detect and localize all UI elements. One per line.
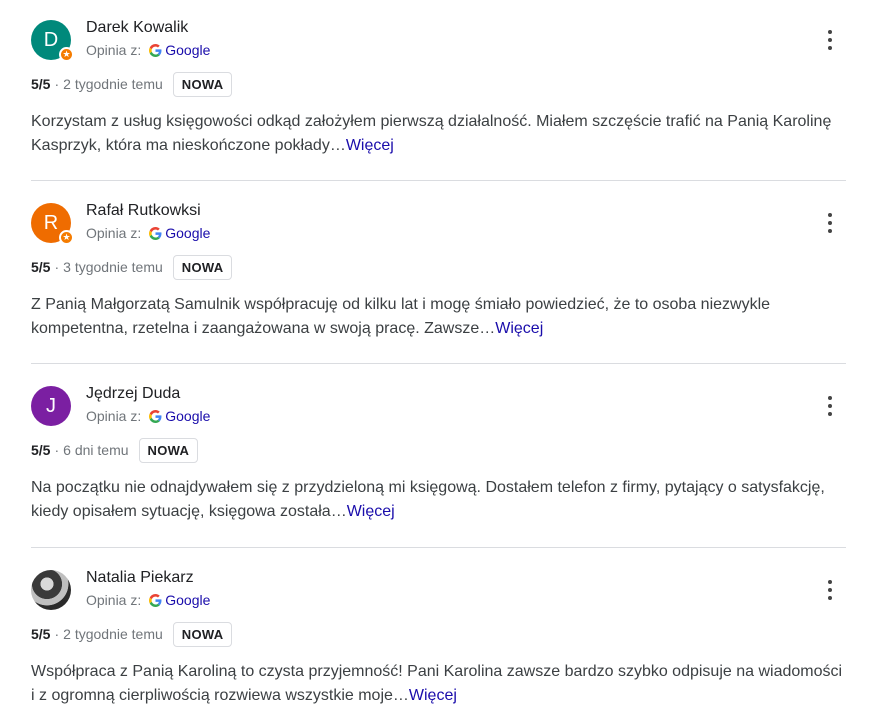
review-text: Na początku nie odnajdywałem się z przyd… (31, 476, 846, 524)
divider (31, 363, 846, 364)
new-badge: NOWA (138, 437, 199, 463)
more-vert-icon[interactable] (822, 24, 838, 56)
review-header: D ★ Darek Kowalik Opinia z: Google (31, 16, 846, 64)
rating: 5/5 (31, 442, 51, 458)
source-name[interactable]: Google (165, 42, 210, 58)
reviews-list: D ★ Darek Kowalik Opinia z: Google 5/5 ·… (0, 0, 891, 721)
separator: · (54, 76, 60, 92)
review-date: 6 dni temu (63, 442, 129, 458)
avatar[interactable]: J (31, 386, 71, 426)
review-body: Z Panią Małgorzatą Samulnik współpracuję… (31, 296, 771, 337)
divider (31, 547, 846, 548)
review-body: Na początku nie odnajdywałem się z przyd… (31, 479, 825, 520)
more-vert-icon[interactable] (822, 390, 838, 422)
more-link[interactable]: Więcej (409, 687, 457, 704)
more-link[interactable]: Więcej (495, 320, 543, 337)
review-text: Korzystam z usług księgowości odkąd zało… (31, 110, 846, 158)
review-header: R ★ Rafał Rutkowksi Opinia z: Google (31, 199, 846, 247)
rating: 5/5 (31, 76, 51, 92)
review-body: Korzystam z usług księgowości odkąd zało… (31, 113, 832, 154)
review-source: Opinia z: Google (86, 592, 210, 608)
new-badge: NOWA (172, 254, 233, 280)
source-label: Opinia z: (86, 408, 142, 424)
more-link[interactable]: Więcej (346, 137, 394, 154)
review-date: 2 tygodnie temu (63, 626, 163, 642)
review-text: Współpraca z Panią Karoliną to czysta pr… (31, 660, 846, 708)
review-source: Opinia z: Google (86, 225, 210, 241)
rating: 5/5 (31, 626, 51, 642)
review-date: 3 tygodnie temu (63, 259, 163, 275)
review-meta: 5/5 · 3 tygodnie temu NOWA (31, 253, 846, 281)
google-g-icon (149, 593, 162, 607)
new-badge: NOWA (172, 621, 233, 647)
source-label: Opinia z: (86, 592, 142, 608)
reviewer-name[interactable]: Natalia Piekarz (86, 569, 194, 587)
google-g-icon (149, 43, 162, 57)
avatar[interactable]: D ★ (31, 20, 74, 62)
reviewer-name[interactable]: Jędrzej Duda (86, 385, 180, 403)
reviewer-name[interactable]: Darek Kowalik (86, 19, 188, 37)
review-header: J Jędrzej Duda Opinia z: Google (31, 382, 846, 430)
review-text: Z Panią Małgorzatą Samulnik współpracuję… (31, 293, 846, 341)
review-source: Opinia z: Google (86, 408, 210, 424)
more-vert-icon[interactable] (822, 207, 838, 239)
separator: · (54, 259, 60, 275)
source-label: Opinia z: (86, 42, 142, 58)
divider (31, 180, 846, 181)
separator: · (54, 626, 60, 642)
review-meta: 5/5 · 6 dni temu NOWA (31, 436, 846, 464)
new-badge: NOWA (172, 71, 233, 97)
avatar-letter: J (46, 395, 56, 417)
review-item: R ★ Rafał Rutkowksi Opinia z: Google 5/5… (31, 199, 846, 341)
source-name[interactable]: Google (165, 592, 210, 608)
review-meta: 5/5 · 2 tygodnie temu NOWA (31, 620, 846, 648)
google-g-icon (149, 409, 162, 423)
avatar-letter: D (43, 29, 59, 51)
source-name[interactable]: Google (165, 408, 210, 424)
review-item: Natalia Piekarz Opinia z: Google 5/5 · 2… (31, 566, 846, 708)
more-link[interactable]: Więcej (347, 503, 395, 520)
review-date: 2 tygodnie temu (63, 76, 163, 92)
local-guide-star-icon: ★ (59, 47, 74, 62)
separator: · (54, 442, 60, 458)
more-vert-icon[interactable] (822, 574, 838, 606)
avatar[interactable]: R ★ (31, 203, 74, 245)
source-label: Opinia z: (86, 225, 142, 241)
google-g-icon (149, 226, 162, 240)
local-guide-star-icon: ★ (59, 230, 74, 245)
rating: 5/5 (31, 259, 51, 275)
avatar-photo[interactable] (31, 570, 71, 610)
review-meta: 5/5 · 2 tygodnie temu NOWA (31, 70, 846, 98)
source-name[interactable]: Google (165, 225, 210, 241)
avatar-letter: R (43, 212, 59, 234)
review-item: J Jędrzej Duda Opinia z: Google 5/5 · 6 … (31, 382, 846, 524)
review-header: Natalia Piekarz Opinia z: Google (31, 566, 846, 614)
reviewer-name[interactable]: Rafał Rutkowksi (86, 202, 201, 220)
review-source: Opinia z: Google (86, 42, 210, 58)
review-item: D ★ Darek Kowalik Opinia z: Google 5/5 ·… (31, 16, 846, 158)
